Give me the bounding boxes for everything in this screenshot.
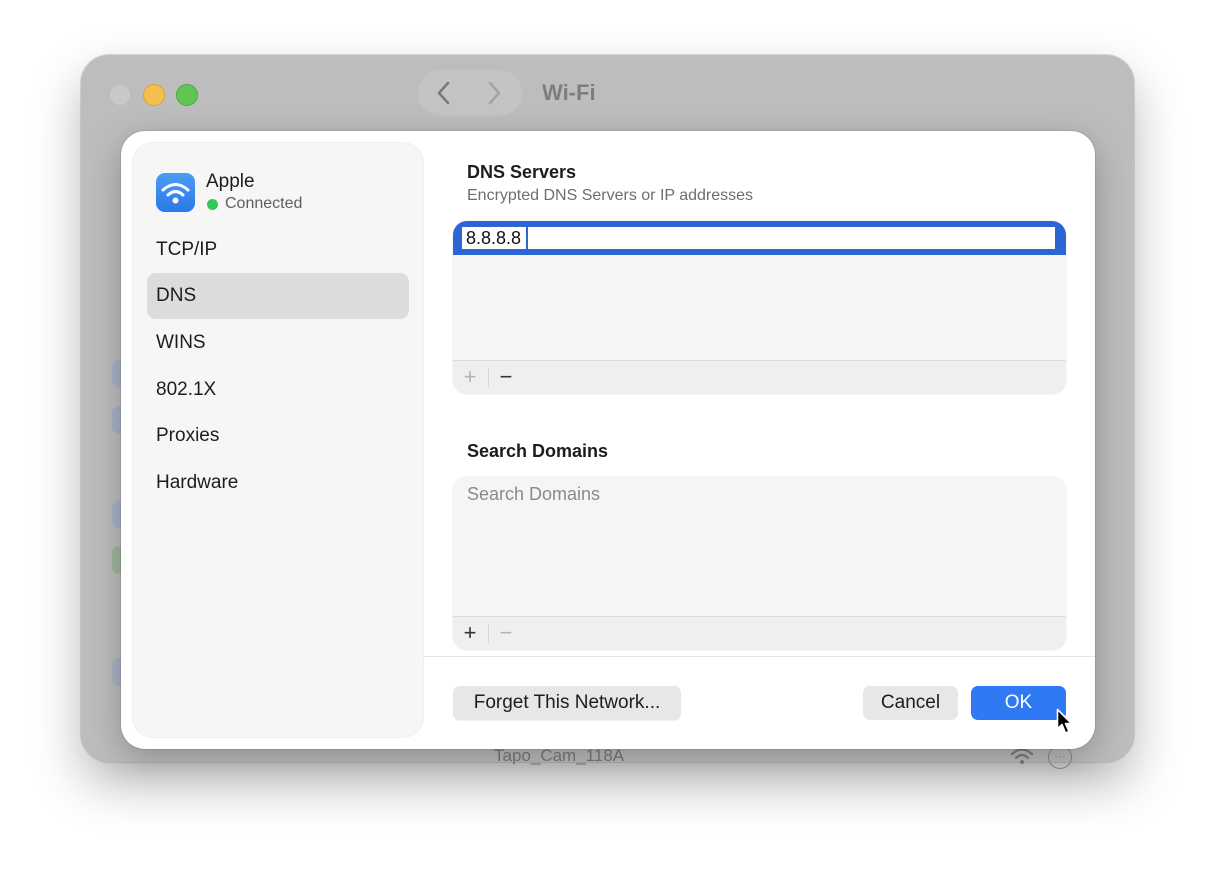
dns-servers-subtitle: Encrypted DNS Servers or IP addresses — [467, 187, 754, 204]
sidebar-item-wins[interactable]: WINS — [147, 320, 409, 366]
remove-dns-button[interactable]: − — [493, 365, 519, 389]
search-domains-title: Search Domains — [467, 441, 609, 461]
mouse-pointer-icon — [1056, 708, 1074, 741]
footer-divider — [423, 656, 1095, 657]
remove-search-domain-button[interactable]: − — [493, 621, 519, 645]
connected-status-dot — [207, 199, 218, 210]
add-search-domain-button[interactable]: + — [457, 621, 483, 645]
toolbar-separator — [488, 624, 489, 643]
text-caret — [526, 227, 528, 249]
search-domains-placeholder: Search Domains — [467, 484, 601, 504]
network-name: Apple — [206, 171, 255, 192]
network-status: Connected — [225, 195, 303, 212]
toolbar-separator — [488, 368, 489, 387]
wifi-signal-icon — [1010, 746, 1034, 771]
forget-network-button[interactable]: Forget This Network... — [453, 686, 681, 720]
search-domains-toolbar: + − — [453, 616, 1066, 650]
network-list-row-label[interactable]: Tapo_Cam_118A — [494, 746, 624, 766]
navigation-pill — [418, 70, 522, 116]
zoom-window-button[interactable] — [176, 84, 198, 106]
sidebar-item-dns[interactable]: DNS — [147, 273, 409, 319]
forward-arrow-icon[interactable] — [485, 80, 503, 110]
dns-list-toolbar: + − — [453, 360, 1066, 394]
dns-server-input[interactable]: 8.8.8.8 — [462, 227, 1055, 249]
add-dns-button[interactable]: + — [457, 365, 483, 389]
sidebar-item-proxies[interactable]: Proxies — [147, 413, 409, 459]
sidebar-item-8021x[interactable]: 802.1X — [147, 367, 409, 413]
window-title: Wi-Fi — [542, 80, 596, 105]
sidebar-item-hardware[interactable]: Hardware — [147, 460, 409, 506]
dns-servers-title: DNS Servers — [467, 162, 577, 182]
cancel-button[interactable]: Cancel — [863, 686, 958, 720]
minimize-window-button[interactable] — [143, 84, 165, 106]
close-window-button[interactable] — [109, 84, 131, 106]
sidebar-item-tcpip[interactable]: TCP/IP — [147, 227, 409, 273]
wifi-icon — [156, 173, 195, 212]
back-arrow-icon[interactable] — [435, 80, 453, 110]
ok-button[interactable]: OK — [971, 686, 1066, 720]
